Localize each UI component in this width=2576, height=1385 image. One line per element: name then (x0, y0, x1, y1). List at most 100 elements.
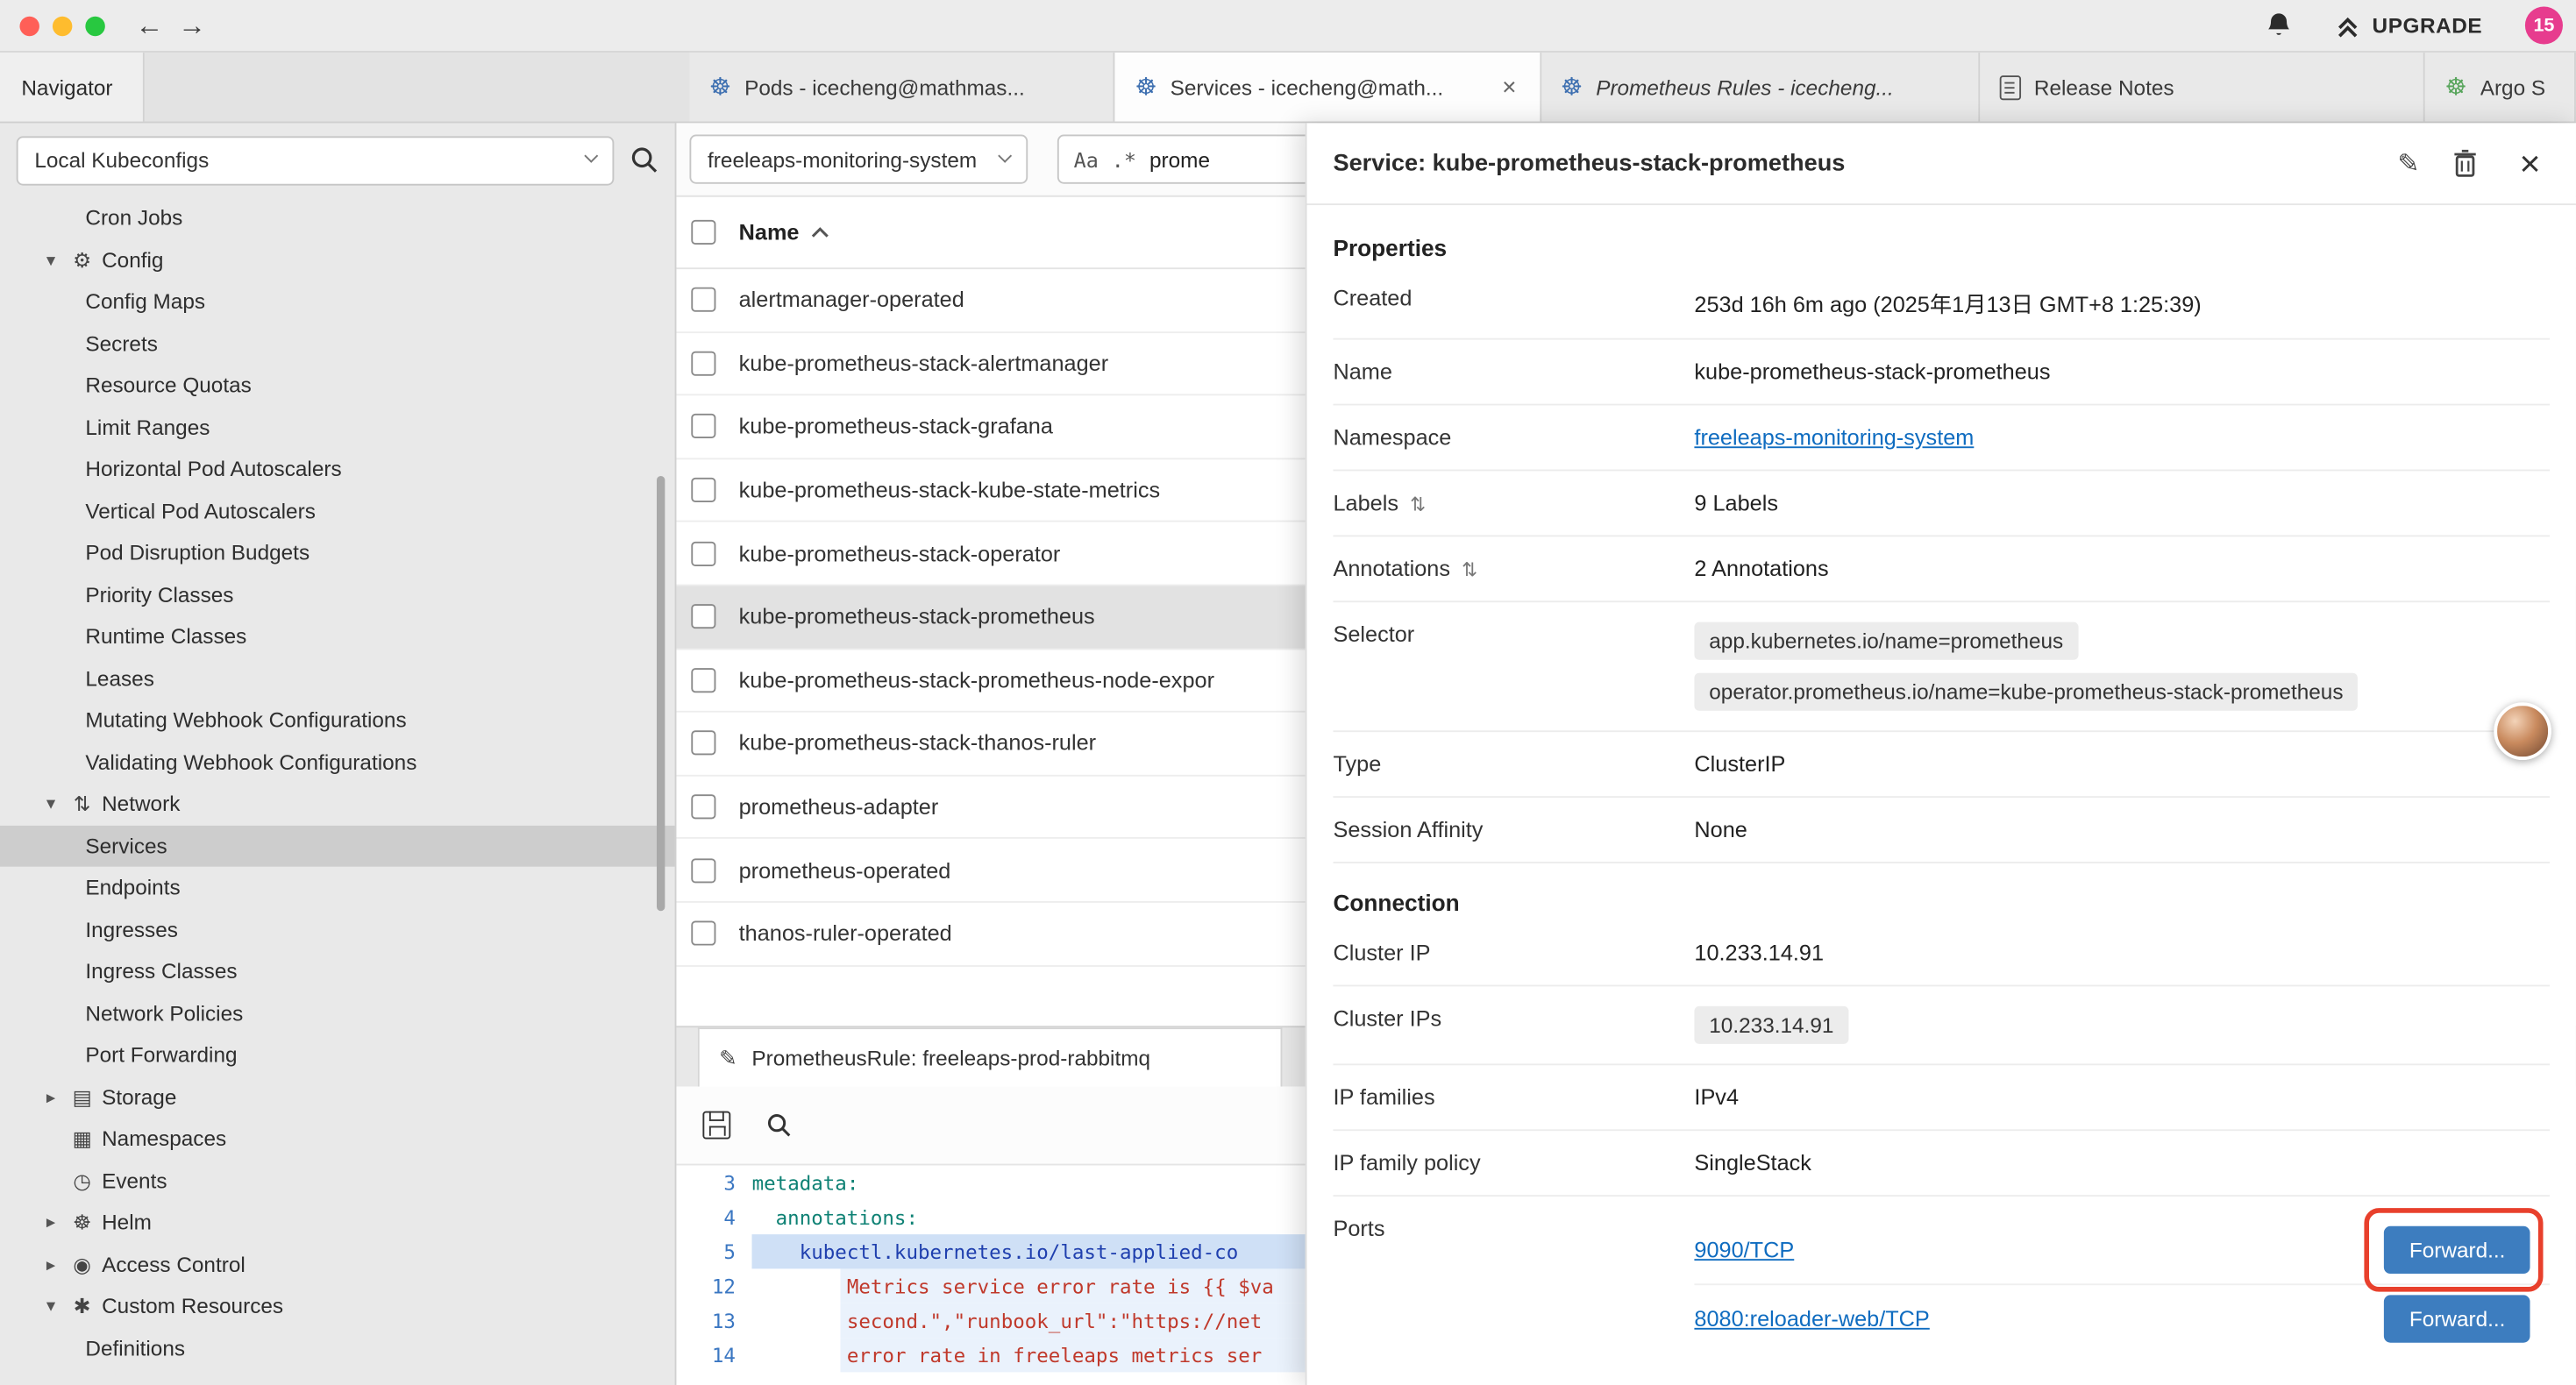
sidebar-item-services[interactable]: Services (0, 825, 675, 867)
row-checkbox[interactable] (691, 921, 715, 946)
expand-toggle-icon[interactable]: ⇅ (1410, 492, 1426, 515)
sort-ascending-icon[interactable] (811, 226, 829, 238)
connection-row-cluster-ips: Cluster IPs 10.233.14.91 (1333, 986, 2550, 1065)
kubernetes-icon: ☸ (709, 75, 731, 99)
minimize-window-button[interactable] (53, 16, 72, 35)
forward-button[interactable]: Forward... (2385, 1226, 2530, 1274)
sidebar-item-leases[interactable]: Leases (0, 657, 675, 700)
chevron-down-icon: ▾ (36, 1296, 66, 1317)
sidebar-item-helm[interactable]: ▸ ☸ Helm (0, 1202, 675, 1244)
sidebar-item-priority-classes[interactable]: Priority Classes (0, 573, 675, 615)
sidebar-item-network-policies[interactable]: Network Policies (0, 992, 675, 1034)
row-checkbox[interactable] (691, 288, 715, 312)
close-drawer-icon[interactable]: × (2514, 142, 2546, 185)
selector-badge: operator.prometheus.io/name=kube-prometh… (1694, 673, 2358, 711)
navigator-sidebar: Local Kubeconfigs Cron Jobs ▾ ⚙ Config C… (0, 123, 676, 1385)
user-avatar[interactable] (2494, 702, 2551, 760)
namespace-filter-dropdown[interactable]: freeleaps-monitoring-system (689, 135, 1028, 184)
sidebar-item-resource-quotas[interactable]: Resource Quotas (0, 365, 675, 407)
row-checkbox[interactable] (691, 605, 715, 629)
list-search-input[interactable] (1149, 147, 1330, 172)
sidebar-item-config[interactable]: ▾ ⚙ Config (0, 238, 675, 281)
sidebar-item-ingresses[interactable]: Ingresses (0, 908, 675, 950)
tab-strip: Navigator ☸ Pods - icecheng@mathmas... ☸… (0, 53, 2576, 124)
property-row-labels: Labels ⇅ 9 Labels (1333, 471, 2550, 536)
row-checkbox[interactable] (691, 541, 715, 565)
chevron-right-icon: ▸ (36, 1211, 66, 1232)
forward-button[interactable]: Forward... (2385, 1295, 2530, 1342)
sidebar-item-namespaces[interactable]: ▦ Namespaces (0, 1118, 675, 1160)
tab-services[interactable]: ☸ Services - icecheng@math... × (1115, 53, 1541, 122)
port-link-9090[interactable]: 9090/TCP (1694, 1238, 1794, 1262)
dock-tab-prometheusrule[interactable]: ✎ PrometheusRule: freeleaps-prod-rabbitm… (698, 1027, 1283, 1086)
sidebar-item-limit-ranges[interactable]: Limit Ranges (0, 406, 675, 448)
sidebar-item-runtime-classes[interactable]: Runtime Classes (0, 615, 675, 657)
row-checkbox[interactable] (691, 352, 715, 376)
regex-toggle[interactable]: .* (1112, 147, 1136, 172)
sidebar-item-config-maps[interactable]: Config Maps (0, 281, 675, 323)
sidebar-item-cron-jobs[interactable]: Cron Jobs (0, 197, 675, 239)
notifications-bell-icon[interactable] (2266, 11, 2292, 39)
sidebar-item-horizontal-pod-autoscalers[interactable]: Horizontal Pod Autoscalers (0, 448, 675, 490)
editor-search-icon[interactable] (766, 1113, 791, 1138)
sidebar-item-secrets[interactable]: Secrets (0, 323, 675, 365)
sidebar-item-vertical-pod-autoscalers[interactable]: Vertical Pod Autoscalers (0, 490, 675, 532)
connection-row-ip-families: IP families IPv4 (1333, 1065, 2550, 1131)
tab-pods[interactable]: ☸ Pods - icecheng@mathmas... (689, 53, 1115, 122)
select-all-checkbox[interactable] (691, 220, 715, 245)
back-button[interactable]: ← (128, 9, 171, 41)
row-checkbox[interactable] (691, 478, 715, 502)
kubernetes-icon: ☸ (2445, 75, 2467, 99)
close-tab-icon[interactable]: × (1498, 73, 1519, 101)
property-row-name: Name kube-prometheus-stack-prometheus (1333, 340, 2550, 406)
window-controls (0, 16, 128, 35)
sidebar-item-storage[interactable]: ▸ ▤ Storage (0, 1076, 675, 1118)
kubeconfig-selector[interactable]: Local Kubeconfigs (17, 135, 615, 184)
tab-release-notes[interactable]: Release Notes (1980, 53, 2425, 122)
sidebar-item-custom-resources[interactable]: ▾ ✱ Custom Resources (0, 1285, 675, 1327)
sidebar-item-network[interactable]: ▾ ⇅ Network (0, 783, 675, 825)
save-icon[interactable] (702, 1112, 730, 1140)
row-checkbox[interactable] (691, 415, 715, 439)
selector-badge: app.kubernetes.io/name=prometheus (1694, 622, 2078, 660)
namespace-link[interactable]: freeleaps-monitoring-system (1694, 425, 1974, 450)
document-icon (2000, 75, 2021, 99)
forward-button-nav[interactable]: → (171, 9, 214, 41)
sidebar-search-icon[interactable] (630, 146, 658, 174)
property-row-selector: Selector app.kubernetes.io/name=promethe… (1333, 602, 2550, 732)
connection-row-cluster-ip: Cluster IP 10.233.14.91 (1333, 920, 2550, 986)
access-control-icon: ◉ (66, 1252, 98, 1276)
close-window-button[interactable] (19, 16, 39, 35)
delete-trash-icon[interactable] (2453, 149, 2486, 177)
edit-pencil-icon[interactable]: ✎ (2392, 147, 2424, 180)
sidebar-item-pod-disruption-budgets[interactable]: Pod Disruption Budgets (0, 532, 675, 574)
match-case-toggle[interactable]: Aa (1074, 147, 1099, 172)
row-checkbox[interactable] (691, 858, 715, 883)
tab-prometheus-rules[interactable]: ☸ Prometheus Rules - icecheng... (1541, 53, 1981, 122)
sidebar-item-access-control[interactable]: ▸ ◉ Access Control (0, 1243, 675, 1285)
tab-argo[interactable]: ☸ Argo S (2425, 53, 2576, 122)
notification-count-badge[interactable]: 15 (2525, 6, 2563, 44)
row-checkbox[interactable] (691, 794, 715, 819)
port-link-8080-reloader-web[interactable]: 8080:reloader-web/TCP (1694, 1307, 1929, 1332)
upgrade-button[interactable]: UPGRADE (2334, 12, 2482, 39)
sidebar-item-ingress-classes[interactable]: Ingress Classes (0, 950, 675, 992)
cluster-ip-badge: 10.233.14.91 (1694, 1006, 1848, 1044)
helm-icon: ☸ (66, 1211, 98, 1235)
sidebar-item-port-forwarding[interactable]: Port Forwarding (0, 1034, 675, 1076)
sidebar-item-events[interactable]: ◷ Events (0, 1160, 675, 1202)
row-checkbox[interactable] (691, 668, 715, 692)
namespaces-icon: ▦ (66, 1126, 98, 1151)
expand-toggle-icon[interactable]: ⇅ (1462, 558, 1477, 580)
sidebar-item-definitions[interactable]: Definitions (0, 1327, 675, 1369)
chevron-down-icon (998, 149, 1012, 163)
row-checkbox[interactable] (691, 731, 715, 756)
sidebar-item-endpoints[interactable]: Endpoints (0, 867, 675, 909)
sidebar-item-validating-webhook-configurations[interactable]: Validating Webhook Configurations (0, 741, 675, 783)
chevron-down-icon (584, 150, 598, 164)
maximize-window-button[interactable] (85, 16, 104, 35)
property-row-namespace: Namespace freeleaps-monitoring-system (1333, 406, 2550, 472)
connection-row-ip-family-policy: IP family policy SingleStack (1333, 1131, 2550, 1197)
vertical-scrollbar[interactable] (657, 476, 665, 911)
sidebar-item-mutating-webhook-configurations[interactable]: Mutating Webhook Configurations (0, 700, 675, 742)
